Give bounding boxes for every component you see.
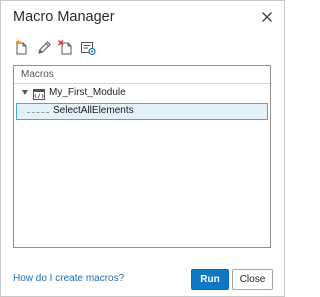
- title-bar: Macro Manager: [1, 1, 284, 34]
- properties-icon[interactable]: [79, 39, 97, 57]
- macros-panel: Macros My_First_Module SelectAllElements: [13, 65, 271, 248]
- delete-module-icon[interactable]: [57, 39, 75, 57]
- close-button[interactable]: Close: [232, 269, 273, 290]
- new-module-icon[interactable]: [13, 39, 31, 57]
- tree-item-macro[interactable]: SelectAllElements: [16, 103, 268, 120]
- expand-triangle-icon[interactable]: [22, 90, 28, 95]
- module-label: My_First_Module: [49, 87, 126, 98]
- macro-manager-dialog: Macro Manager Macros My_First_Module Sel…: [0, 0, 285, 297]
- panel-header-label: Macros: [21, 69, 54, 80]
- dialog-title: Macro Manager: [13, 9, 115, 25]
- module-icon: [33, 87, 45, 100]
- help-link[interactable]: How do I create macros?: [13, 273, 124, 284]
- tree-connector: [27, 112, 49, 113]
- close-icon[interactable]: [260, 10, 274, 24]
- panel-header: Macros: [14, 66, 270, 84]
- toolbar: [13, 39, 123, 57]
- macro-label: SelectAllElements: [53, 105, 134, 116]
- edit-pencil-icon[interactable]: [35, 39, 53, 57]
- run-button[interactable]: Run: [191, 269, 229, 290]
- tree-item-module[interactable]: My_First_Module: [14, 84, 270, 102]
